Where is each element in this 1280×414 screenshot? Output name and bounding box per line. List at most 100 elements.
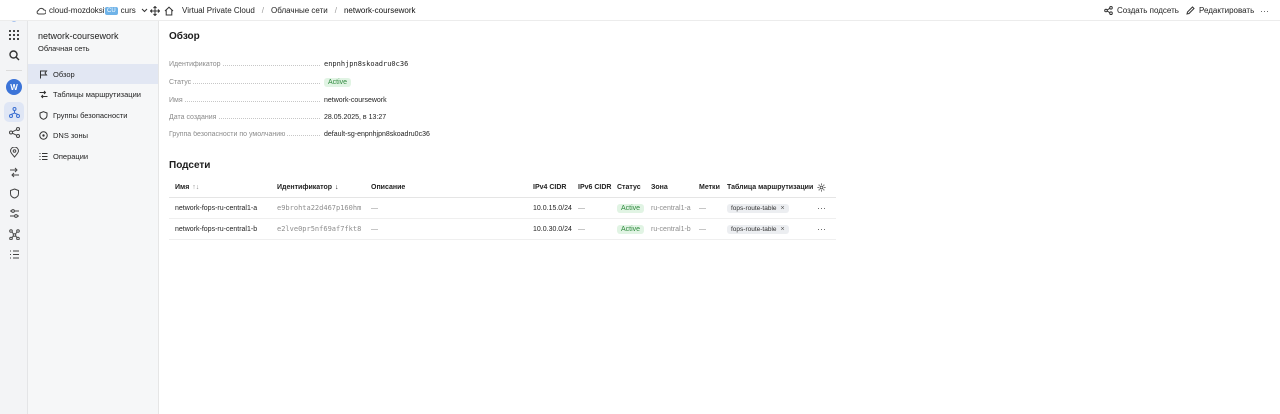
flag-icon xyxy=(38,69,48,79)
network-id-value: enpnhjpn8skoadru0c36 xyxy=(324,60,409,68)
table-header: Имя ↑↓ Идентификатор ↓ Описание IPv4 CIDR … xyxy=(169,178,836,198)
chevron-down-icon xyxy=(141,8,148,13)
subnet-icon xyxy=(1104,6,1113,15)
sidebar-item-overview[interactable]: Обзор xyxy=(28,64,158,84)
subnet-id: e2lve0pr5nf69af7fkt8 xyxy=(277,225,362,233)
sidebar-item-label: DNS зоны xyxy=(53,130,88,140)
breadcrumb: Virtual Private Cloud / Облачные сети / … xyxy=(182,0,416,21)
create-subnet-button[interactable]: Создать подсеть xyxy=(1104,0,1179,21)
sidebar-item-security-groups[interactable]: Группы безопасности xyxy=(28,105,158,125)
routes-service-button[interactable] xyxy=(4,162,24,182)
subnet-description: — xyxy=(371,204,378,212)
network-icon xyxy=(8,106,20,118)
status-badge: Active xyxy=(324,77,352,87)
column-header-name[interactable]: Имя ↑↓ xyxy=(175,178,199,197)
subnet-description: — xyxy=(371,225,378,233)
sidebar-item-operations[interactable]: Операции xyxy=(28,146,158,166)
sidebar-subtitle: Облачная сеть xyxy=(38,44,90,53)
field-label: Идентификатор xyxy=(169,60,324,68)
sidebar-title: network-coursework xyxy=(38,31,119,41)
folder-selector[interactable]: CU curs xyxy=(105,0,148,21)
topology-icon xyxy=(8,228,20,240)
subnet-ipv6: — xyxy=(578,225,585,233)
field-id: Идентификатор enpnhjpn8skoadru0c36 xyxy=(169,58,499,70)
security-service-button[interactable] xyxy=(4,183,24,203)
overview-title: Обзор xyxy=(169,31,200,42)
sort-desc-icon: ↓ xyxy=(335,184,339,191)
cloud-name: cloud-mozdoksity xyxy=(49,6,111,15)
table-row[interactable]: network-fops-ru-central1-b e2lve0pr5nf69… xyxy=(169,219,836,240)
table-row[interactable]: network-fops-ru-central1-a e9brohta22d46… xyxy=(169,198,836,219)
vpc-service-button[interactable] xyxy=(4,102,24,122)
edit-button[interactable]: Редактировать xyxy=(1186,0,1254,21)
sidebar-item-label: Операции xyxy=(53,151,89,161)
column-header-ipv4[interactable]: IPv4 CIDR xyxy=(533,178,566,197)
breadcrumb-separator: / xyxy=(334,6,337,15)
created-date-value: 28.05.2025, в 13:27 xyxy=(324,113,387,121)
field-label: Группа безопасности по умолчанию xyxy=(169,130,324,138)
field-security-group: Группа безопасности по умолчанию default… xyxy=(169,128,499,140)
row-actions-button[interactable]: ··· xyxy=(817,219,826,239)
sidebar-item-label: Группы безопасности xyxy=(53,110,128,120)
subnet-name[interactable]: network-fops-ru-central1-a xyxy=(175,198,257,218)
column-header-id[interactable]: Идентификатор ↓ xyxy=(277,178,339,197)
search-button[interactable] xyxy=(4,45,24,65)
subnet-zone: ru-central1-a xyxy=(651,204,691,212)
column-header-zone[interactable]: Зона xyxy=(651,178,668,197)
cloud-selector[interactable]: cloud-mozdoksity xyxy=(36,0,111,21)
cloud-icon xyxy=(36,7,46,14)
subnet-id: e9brohta22d467p160hm xyxy=(277,204,362,212)
list-icon xyxy=(9,250,19,258)
close-icon[interactable]: × xyxy=(781,205,785,212)
status-badge: Active xyxy=(617,224,645,234)
route-table-tag[interactable]: fops-route-table × xyxy=(727,203,789,213)
column-header-route-table[interactable]: Таблица маршрутизации xyxy=(727,178,813,197)
field-name: Имя network-coursework xyxy=(169,94,499,106)
home-button[interactable] xyxy=(164,0,174,21)
share-service-button[interactable] xyxy=(4,122,24,142)
breadcrumb-separator: / xyxy=(261,6,265,15)
top-bar: cloud-mozdoksity CU curs Virtual Private… xyxy=(0,0,1280,21)
column-header-labels[interactable]: Метки xyxy=(699,178,720,197)
grid-icon xyxy=(9,30,19,40)
column-header-description[interactable]: Описание xyxy=(371,178,405,197)
sidebar: network-coursework Облачная сеть Обзор Т… xyxy=(28,21,159,414)
service-switch-button[interactable] xyxy=(150,0,160,21)
create-subnet-label: Создать подсеть xyxy=(1117,6,1179,15)
subnet-labels: — xyxy=(699,225,706,233)
breadcrumb-current: network-coursework xyxy=(343,6,416,15)
shield-icon xyxy=(38,110,48,120)
list-icon xyxy=(38,151,48,161)
column-header-status[interactable]: Статус xyxy=(617,178,641,197)
topology-service-button[interactable] xyxy=(4,224,24,244)
edit-label: Редактировать xyxy=(1199,6,1255,15)
field-created: Дата создания 28.05.2025, в 13:27 xyxy=(169,111,499,123)
pin-icon xyxy=(9,146,19,158)
sliders-icon xyxy=(9,208,19,218)
column-header-ipv6[interactable]: IPv6 CIDR xyxy=(578,178,611,197)
share-icon xyxy=(8,126,20,138)
location-service-button[interactable] xyxy=(4,142,24,162)
operations-service-button[interactable] xyxy=(4,244,24,264)
close-icon[interactable]: × xyxy=(781,226,785,233)
table-settings-button[interactable] xyxy=(817,178,826,197)
field-status: Статус Active xyxy=(169,76,499,88)
breadcrumb-vpc[interactable]: Virtual Private Cloud xyxy=(182,6,255,15)
move-icon xyxy=(150,5,160,16)
settings-service-button[interactable] xyxy=(4,203,24,223)
row-actions-button[interactable]: ··· xyxy=(817,198,826,218)
security-group-link[interactable]: default-sg-enpnhjpn8skoadru0c36 xyxy=(324,131,430,138)
breadcrumb-networks[interactable]: Облачные сети xyxy=(271,6,328,15)
folder-name: curs xyxy=(120,6,136,15)
subnet-ipv4: 10.0.15.0/24 xyxy=(533,204,572,212)
more-actions-button[interactable]: ··· xyxy=(1260,0,1269,21)
route-table-tag[interactable]: fops-route-table × xyxy=(727,224,789,234)
subnet-labels: — xyxy=(699,204,706,212)
sidebar-item-route-tables[interactable]: Таблицы маршрутизации xyxy=(28,84,158,104)
sort-icon: ↑↓ xyxy=(192,184,200,191)
apps-grid-button[interactable] xyxy=(4,25,24,45)
folder-badge: CU xyxy=(105,6,118,15)
sidebar-item-dns-zones[interactable]: DNS зоны xyxy=(28,125,158,145)
profile-avatar[interactable]: W xyxy=(4,77,24,97)
subnet-name[interactable]: network-fops-ru-central1-b xyxy=(175,219,257,239)
